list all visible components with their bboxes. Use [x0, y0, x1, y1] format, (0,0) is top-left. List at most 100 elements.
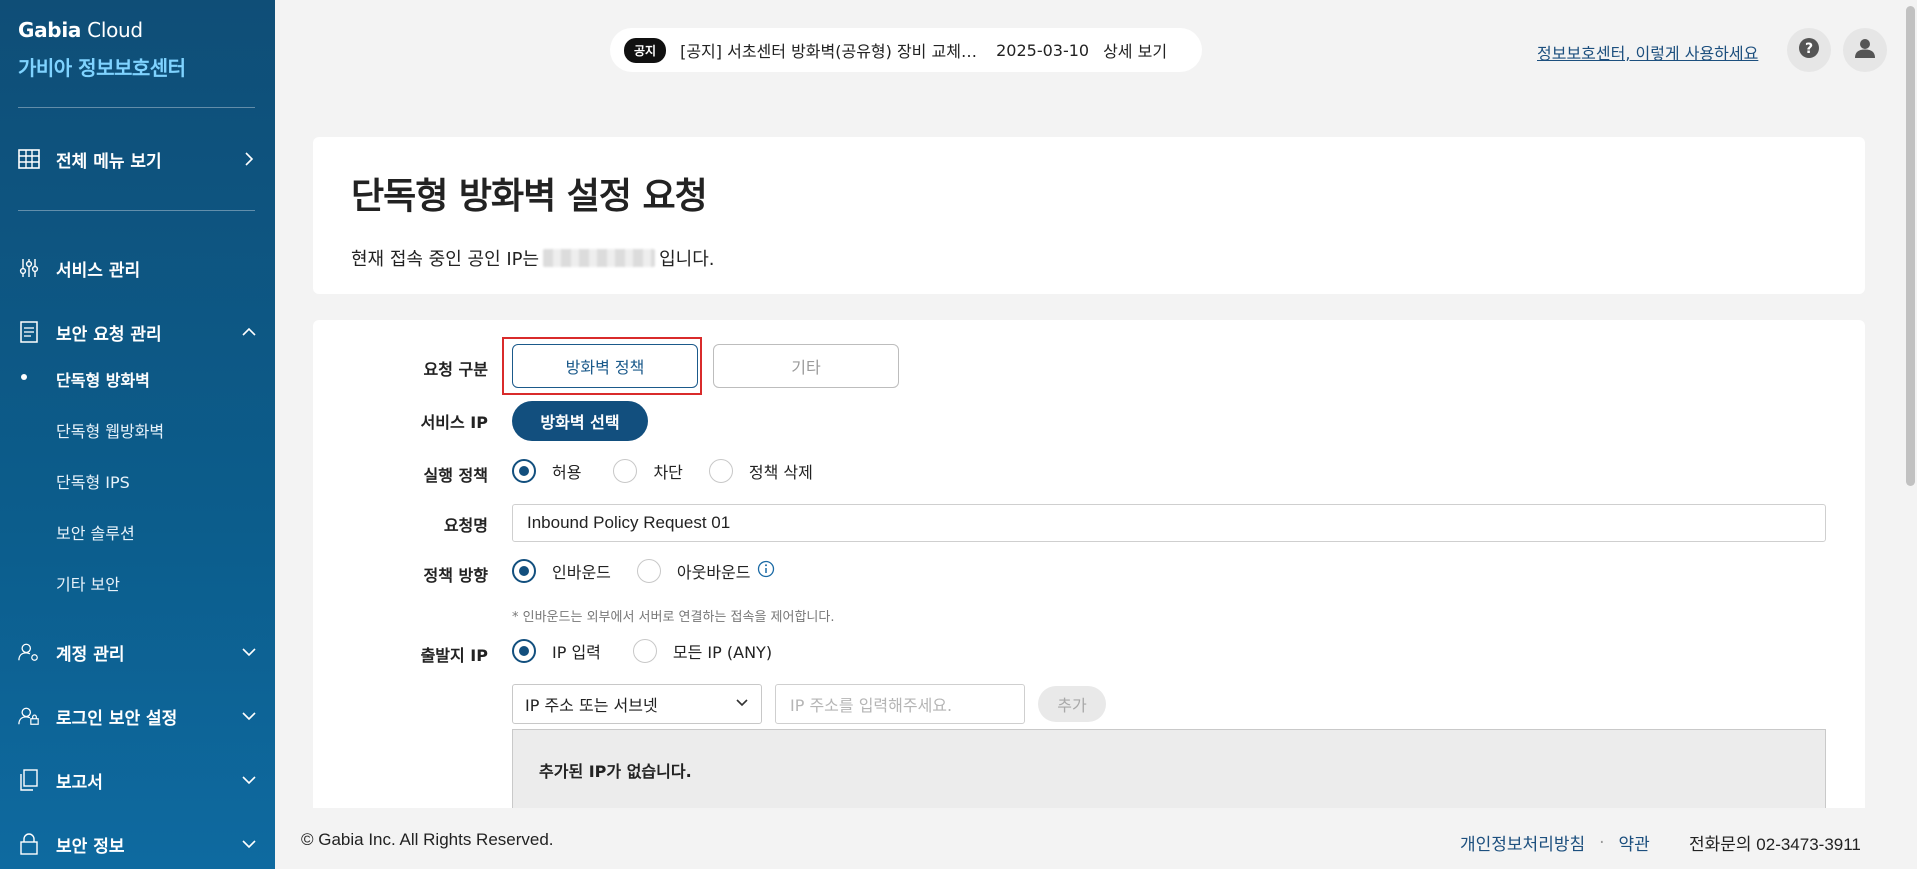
sidebar-item-login-security-label: 로그인 보안 설정	[56, 708, 178, 729]
footer-links: 개인정보처리방침 · 약관	[1460, 830, 1650, 856]
radio-deny[interactable]	[613, 459, 638, 483]
add-ip-button[interactable]: 추가	[1038, 686, 1106, 722]
terms-link[interactable]: 약관	[1619, 830, 1650, 855]
lock-icon	[18, 833, 40, 855]
sidebar-sub-label: 단독형 방화벽	[56, 371, 150, 390]
chevron-down-icon	[240, 643, 258, 661]
direction-label: 정책 방향	[423, 566, 488, 585]
chevron-down-icon	[240, 835, 258, 853]
sidebar-item-service[interactable]: 서비스 관리	[18, 252, 258, 284]
sidebar-item-report-label: 보고서	[56, 772, 103, 793]
sidebar-item-account-label: 계정 관리	[56, 644, 125, 665]
source-ip-any-option[interactable]: 모든 IP (ANY)	[632, 639, 773, 663]
sidebar-item-report[interactable]: 보고서	[18, 764, 258, 796]
radio-inbound[interactable]	[512, 559, 536, 583]
ip-address-input[interactable]: IP 주소를 입력해주세요.	[775, 684, 1025, 724]
page-title: 단독형 방화벽 설정 요청	[351, 176, 708, 217]
privacy-link[interactable]: 개인정보처리방침	[1460, 830, 1585, 855]
ip-type-select-value: IP 주소 또는 서브넷	[525, 696, 658, 715]
copy-document-icon	[18, 769, 40, 791]
svg-text:?: ?	[1805, 41, 1813, 57]
radio-label: 인바운드	[552, 563, 611, 582]
radio-delete[interactable]	[708, 459, 733, 483]
policy-deny-option[interactable]: 차단	[613, 459, 683, 483]
sidebar-all-menu[interactable]: 전체 메뉴 보기	[18, 143, 258, 175]
radio-allow[interactable]	[512, 459, 536, 483]
user-menu-button[interactable]	[1843, 28, 1887, 72]
sidebar-all-menu-label: 전체 메뉴 보기	[56, 151, 162, 172]
grid-icon	[18, 148, 40, 170]
direction-outbound-option[interactable]: 아웃바운드	[636, 559, 751, 583]
brand-name: Gabia	[18, 18, 82, 42]
copyright: © Gabia Inc. All Rights Reserved.	[301, 830, 554, 849]
notice-banner[interactable]: 공지 [공지] 서초센터 방화벽(공유형) 장비 교체 작업 안내 2025-0…	[610, 28, 1202, 72]
sidebar-item-security-info-label: 보안 정보	[56, 836, 125, 857]
sidebar-sub-ips[interactable]: 단독형 IPS	[56, 469, 130, 493]
notice-tag: 공지	[624, 37, 667, 63]
request-name-input[interactable]: Inbound Policy Request 01	[512, 504, 1826, 542]
sidebar-divider	[18, 210, 255, 211]
help-button[interactable]: ?	[1787, 28, 1831, 72]
direction-radio-group: 인바운드 아웃바운드	[512, 559, 775, 583]
sidebar-sub-etc[interactable]: 기타 보안	[56, 571, 120, 595]
ip-suffix: 입니다.	[659, 249, 715, 270]
radio-label: 모든 IP (ANY)	[672, 643, 773, 662]
footer: © Gabia Inc. All Rights Reserved. 개인정보처리…	[275, 808, 1917, 869]
user-lock-icon	[18, 705, 40, 727]
sidebar-sub-solution[interactable]: 보안 솔루션	[56, 520, 135, 544]
form-card: 요청 구분 방화벽 정책 기타 서비스 IP 방화벽 선택 실행 정책 허용 차…	[313, 320, 1865, 869]
sidebar-item-security-request[interactable]: 보안 요청 관리	[18, 316, 258, 348]
sidebar-item-security-request-label: 보안 요청 관리	[56, 324, 162, 345]
brand-subtitle: 가비아 정보보호센터	[18, 56, 186, 80]
policy-label: 실행 정책	[423, 466, 488, 485]
request-name-label: 요청명	[443, 516, 488, 535]
notice-date: 2025-03-10	[996, 40, 1090, 60]
scrollbar[interactable]	[1906, 6, 1915, 486]
sidebar-sub-firewall[interactable]: 단독형 방화벽	[21, 367, 150, 391]
sidebar-item-service-label: 서비스 관리	[56, 260, 141, 281]
radio-label: 아웃바운드	[676, 563, 751, 582]
policy-radio-group: 허용 차단 정책 삭제	[512, 459, 827, 483]
separator: ·	[1599, 832, 1605, 853]
chevron-down-icon	[240, 707, 258, 725]
active-dot-icon	[21, 374, 27, 380]
notice-more-link[interactable]: 상세 보기	[1103, 38, 1167, 62]
current-ip-line: 현재 접속 중인 공인 IP는 입니다.	[351, 245, 715, 271]
select-firewall-button[interactable]: 방화벽 선택	[512, 401, 648, 441]
direction-hint: * 인바운드는 외부에서 서버로 연결하는 접속을 제어합니다.	[512, 610, 835, 625]
sidebar: Gabia Cloud 가비아 정보보호센터 전체 메뉴 보기 서비스 관리 보…	[0, 0, 275, 869]
radio-any[interactable]	[632, 639, 657, 663]
request-type-firewall-button[interactable]: 방화벽 정책	[512, 344, 698, 388]
ip-prefix: 현재 접속 중인 공인 IP는	[351, 249, 540, 270]
request-type-etc-button[interactable]: 기타	[713, 344, 899, 388]
source-ip-radio-group: IP 입력 모든 IP (ANY)	[512, 639, 786, 663]
info-icon[interactable]	[757, 560, 775, 582]
masked-ip	[543, 249, 656, 267]
policy-allow-option[interactable]: 허용	[512, 459, 581, 483]
service-ip-label: 서비스 IP	[420, 413, 488, 432]
sidebar-divider	[18, 107, 255, 108]
sidebar-item-security-info[interactable]: 보안 정보	[18, 828, 258, 860]
sidebar-sub-waf[interactable]: 단독형 웹방화벽	[56, 418, 164, 442]
source-ip-label: 출발지 IP	[420, 646, 488, 665]
phone-contact: 전화문의 02-3473-3911	[1689, 835, 1861, 854]
ip-type-select[interactable]: IP 주소 또는 서브넷	[512, 684, 762, 724]
help-guide-link[interactable]: 정보보호센터, 이렇게 사용하세요	[1537, 40, 1758, 64]
direction-inbound-option[interactable]: 인바운드	[512, 559, 611, 583]
radio-outbound[interactable]	[636, 559, 661, 583]
radio-label: 차단	[653, 463, 683, 482]
user-icon	[1854, 37, 1876, 63]
source-ip-input-option[interactable]: IP 입력	[512, 639, 601, 663]
chevron-down-icon	[240, 771, 258, 789]
notice-title[interactable]: [공지] 서초센터 방화벽(공유형) 장비 교체 작업 안내	[680, 38, 980, 62]
policy-delete-option[interactable]: 정책 삭제	[708, 459, 813, 483]
radio-ip-input[interactable]	[512, 639, 536, 663]
sidebar-item-account[interactable]: 계정 관리	[18, 636, 258, 668]
ip-list-empty-box: 추가된 IP가 없습니다.	[512, 729, 1826, 819]
brand-logo[interactable]: Gabia Cloud 가비아 정보보호센터	[18, 18, 186, 81]
sidebar-item-login-security[interactable]: 로그인 보안 설정	[18, 700, 258, 732]
user-gear-icon	[18, 641, 40, 663]
radio-label: IP 입력	[552, 643, 601, 662]
header-card: 단독형 방화벽 설정 요청 현재 접속 중인 공인 IP는 입니다.	[313, 137, 1865, 294]
empty-message: 추가된 IP가 없습니다.	[539, 762, 692, 781]
